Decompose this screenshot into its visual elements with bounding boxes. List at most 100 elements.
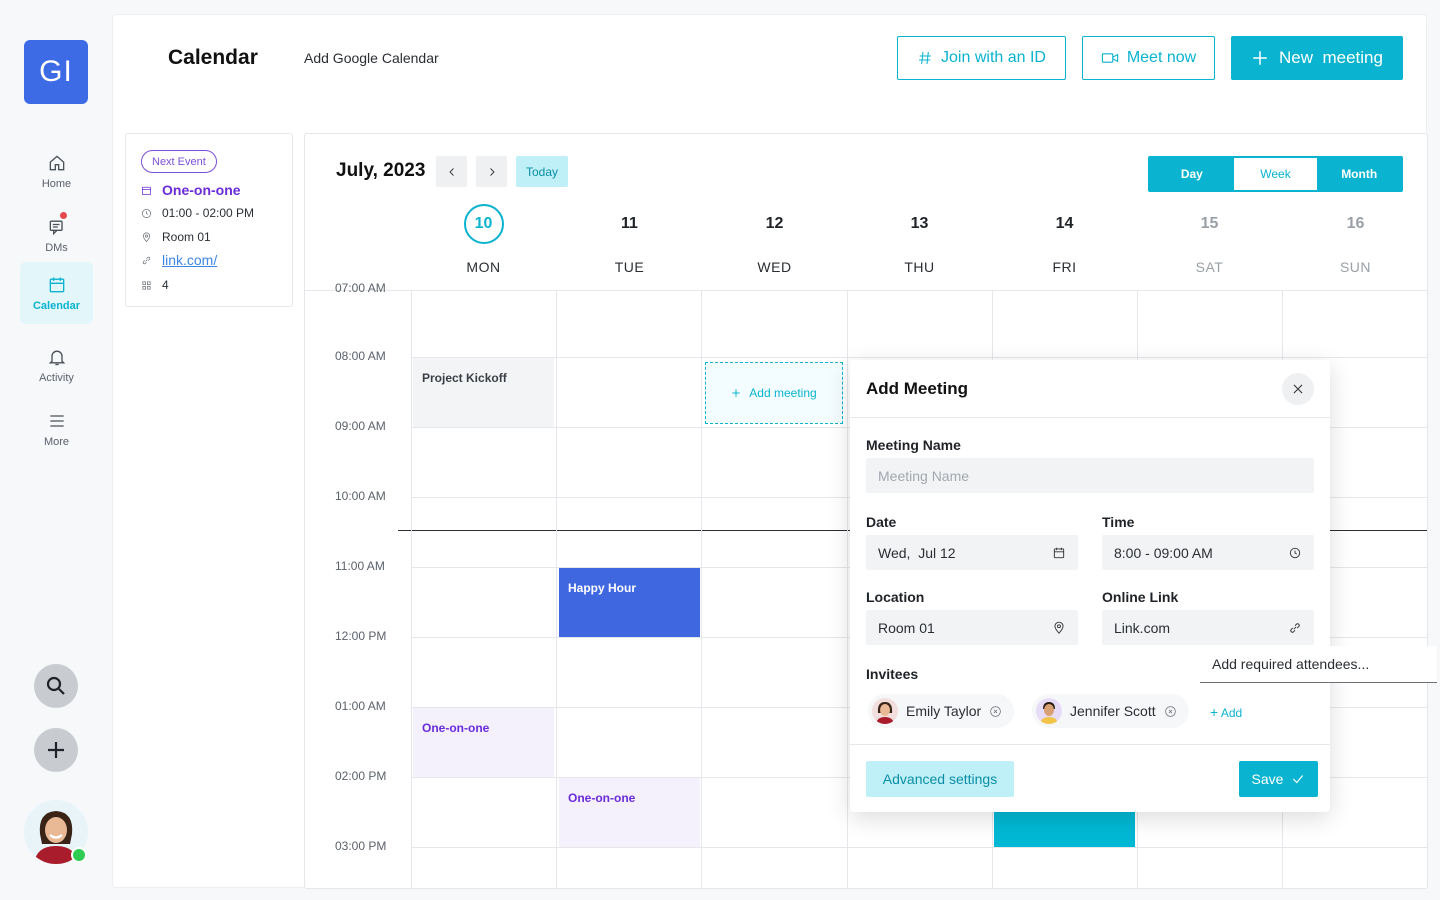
calendar-event[interactable]: Project Kickoff [413,358,554,427]
left-rail: GI Home DMs Calendar Activity More [0,0,112,900]
calendar-icon [142,186,151,195]
invitee-avatar [872,698,898,724]
location-value: Room 01 [878,619,935,636]
nav-item-home[interactable]: Home [20,140,93,202]
plus-icon [1253,51,1267,65]
time-label: Time [1102,514,1135,530]
save-button[interactable]: Save [1239,761,1318,797]
day-header[interactable]: 11 TUE [557,204,702,275]
day-column-divider [556,291,557,888]
day-number: 14 [992,204,1137,244]
close-modal-button[interactable] [1282,373,1314,405]
online-link-label: Online Link [1102,589,1179,605]
day-header[interactable]: 15 SAT [1137,204,1282,275]
location-pin-icon [142,232,151,242]
nav-item-more[interactable]: More [20,398,93,460]
new-meeting-label: New meeting [1279,48,1383,67]
day-column-divider [701,291,702,888]
day-number-text: 11 [621,215,638,232]
time-label: 01:00 AM [335,699,386,713]
calendar-event[interactable]: Happy Hour [559,568,700,637]
time-field[interactable]: 8:00 - 09:00 AM [1102,535,1314,570]
save-label: Save [1251,771,1284,787]
meeting-name-label: Meeting Name [866,437,961,453]
create-button[interactable] [34,728,78,772]
view-day-tab[interactable]: Day [1150,158,1234,190]
online-link-value: Link.com [1114,619,1171,636]
day-name: SAT [1195,259,1224,275]
hour-gridline [411,357,1427,358]
advanced-settings-button[interactable]: Advanced settings [866,761,1014,797]
day-number: 16 [1283,204,1427,244]
day-header[interactable]: 10 MON [411,204,556,275]
prev-week-button[interactable] [436,156,467,187]
view-month-tab[interactable]: Month [1317,158,1401,190]
day-header[interactable]: 16 SUN [1283,204,1427,275]
next-event-time: 01:00 - 02:00 PM [162,206,255,220]
location-field[interactable]: Room 01 [866,610,1078,645]
check-icon [1293,775,1304,784]
new-meeting-button[interactable]: New meeting [1231,36,1403,80]
add-invitee-button[interactable]: + Add [1210,704,1242,720]
add-invitee-label: Add [1220,706,1243,720]
day-header[interactable]: 13 THU [847,204,992,275]
day-column-divider [847,291,848,888]
meeting-name-input[interactable]: Meeting Name [866,458,1314,493]
app-logo[interactable]: GI [24,40,88,104]
attendee-search-input[interactable]: Add required attendees... [1200,646,1437,683]
online-link-field[interactable]: Link.com [1102,610,1314,645]
join-with-id-label: Join with an ID [941,49,1046,66]
time-label: 07:00 AM [335,281,386,295]
chevron-right-icon [489,167,495,176]
day-name: WED [757,259,792,275]
day-number-text: 12 [765,215,784,232]
date-value: Wed, Jul 12 [878,544,956,561]
nav-label-activity: Activity [39,371,74,384]
nav-label-calendar: Calendar [32,299,81,312]
modal-footer-divider [850,744,1330,745]
join-with-id-button[interactable]: Join with an ID [897,36,1066,80]
time-label: 02:00 PM [335,769,387,783]
next-event-time-row: 01:00 - 02:00 PM [141,206,254,220]
remove-invitee-icon[interactable] [1164,705,1177,718]
invitee-chip[interactable]: Emily Taylor [868,694,1015,728]
modal-title: Add Meeting [866,379,968,398]
online-status-dot [71,847,87,863]
nav-item-calendar[interactable]: Calendar [20,262,93,324]
chat-icon [49,220,63,235]
invitee-avatar [1036,698,1062,724]
search-button[interactable] [34,664,78,708]
page-title: Calendar [168,46,258,69]
view-week-tab[interactable]: Week [1233,158,1318,190]
invitee-name: Emily Taylor [906,703,982,719]
day-number: 15 [1137,204,1282,244]
day-number: 11 [557,204,702,244]
next-week-button[interactable] [476,156,507,187]
today-button[interactable]: Today [516,156,568,187]
next-event-link[interactable]: link.com/ [162,252,217,268]
day-name: FRI [1052,259,1077,275]
time-label: 08:00 AM [335,349,386,363]
nav-item-activity[interactable]: Activity [20,334,93,396]
add-google-calendar-link[interactable]: Add Google Calendar [304,50,439,66]
plus-icon [48,742,64,758]
nav-item-dms[interactable]: DMs [20,204,93,266]
meet-now-button[interactable]: Meet now [1082,36,1215,80]
remove-invitee-icon[interactable] [989,705,1002,718]
calendar-event[interactable]: One-on-one [559,778,700,847]
next-event-card[interactable]: Next Event One-on-one 01:00 - 02:00 PM R… [125,133,293,307]
nav-label-home: Home [41,177,72,190]
meeting-name-placeholder: Meeting Name [878,467,970,484]
month-label: July, 2023 [336,160,426,181]
next-event-attendee-count: 4 [162,278,169,292]
day-number-text: 10 [463,204,504,244]
day-number: 12 [702,204,847,244]
calendar-event[interactable]: One-on-one [413,708,554,777]
invitees-label: Invitees [866,666,919,682]
day-header[interactable]: 12 WED [702,204,847,275]
add-meeting-slot[interactable]: Add meeting [705,362,843,424]
invitee-chip[interactable]: Jennifer Scott [1032,694,1189,728]
date-field[interactable]: Wed, Jul 12 [866,535,1078,570]
day-number: 10 [411,204,556,244]
day-header[interactable]: 14 FRI [992,204,1137,275]
